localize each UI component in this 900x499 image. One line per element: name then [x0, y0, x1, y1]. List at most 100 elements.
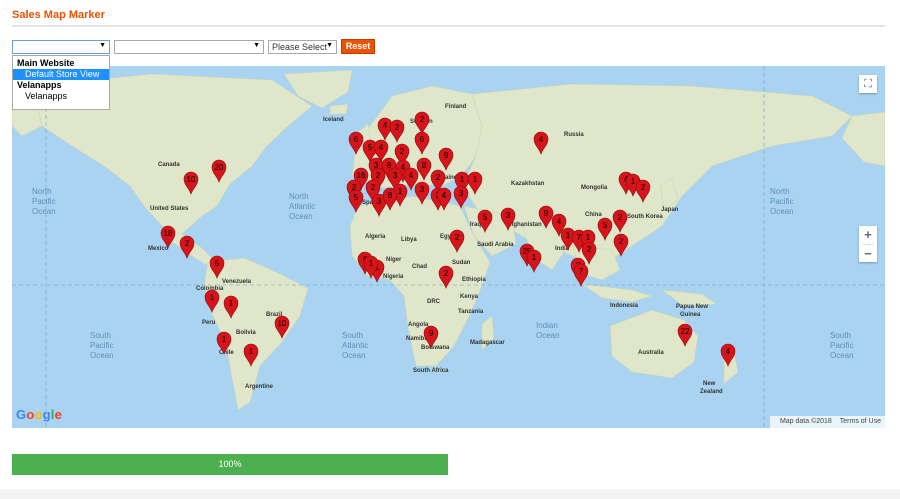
marker-count-label: 4 [383, 121, 388, 130]
store-view-dropdown-list: Main Website Default Store View Velanapp… [12, 55, 110, 110]
secondary-select[interactable]: ▼ [114, 40, 264, 54]
please-select-dropdown[interactable]: Please Select ▼ [268, 40, 337, 54]
marker-count-label: 20 [215, 163, 224, 172]
marker-count-label: 4 [557, 217, 562, 226]
marker-count-label: 2 [185, 239, 190, 248]
country-label: Botswana [421, 345, 450, 351]
terms-of-use-link[interactable]: Terms of Use [840, 418, 881, 425]
marker-count-label: 8 [388, 191, 393, 200]
marker-count-label: 1 [229, 299, 234, 308]
zoom-in-button[interactable]: + [859, 226, 877, 244]
ocean-label: Pacific [830, 341, 854, 350]
country-label: Canada [158, 162, 180, 168]
country-label: DRC [427, 299, 441, 305]
marker-count-label: 1 [222, 335, 227, 344]
marker-count-label: 4 [401, 163, 406, 172]
country-label: Bolivia [236, 330, 256, 336]
ocean-label: Ocean [342, 351, 366, 360]
country-label: Indonesia [610, 303, 639, 309]
sales-marker-pin[interactable]: 7 [573, 263, 589, 287]
marker-count-label: 3 [377, 197, 382, 206]
country-label: Kazakhstan [511, 181, 545, 187]
title-divider [12, 25, 885, 27]
dropdown-arrow-icon: ▼ [253, 42, 260, 49]
ocean-label: Pacific [770, 197, 794, 206]
marker-count-label: 5 [483, 213, 488, 222]
marker-count-label: 1 [210, 293, 215, 302]
country-label: Papua New [676, 304, 708, 310]
country-label: United States [150, 206, 189, 212]
marker-count-label: 5 [368, 143, 373, 152]
marker-count-label: 10 [187, 175, 196, 184]
country-label: Mongolia [581, 185, 608, 191]
country-label: China [585, 212, 602, 218]
country-label: Russia [564, 132, 584, 138]
marker-count-label: 2 [395, 123, 400, 132]
sales-marker-pin[interactable]: 1 [526, 249, 542, 273]
marker-count-label: 8 [422, 161, 427, 170]
marker-count-label: 2 [371, 183, 376, 192]
footer-band [0, 489, 900, 499]
sales-map[interactable]: North Pacific Ocean North Atlantic Ocean North… [12, 66, 885, 428]
country-label: Japan [661, 207, 679, 213]
country-label: Niger [386, 257, 402, 263]
fullscreen-icon[interactable]: ⛶ [859, 75, 877, 93]
google-logo[interactable]: Google [16, 407, 62, 422]
marker-count-label: 1 [631, 177, 636, 186]
marker-count-label: 2 [376, 171, 381, 180]
ocean-label: North [32, 187, 52, 196]
ocean-label: North [289, 192, 309, 201]
country-label: Algeria [365, 234, 386, 240]
store-view-select[interactable]: ▼ [12, 40, 110, 54]
country-label: Nigeria [383, 274, 404, 280]
country-label: Kenya [460, 294, 479, 300]
marker-count-label: 2 [455, 233, 460, 242]
country-label: Australia [638, 350, 664, 356]
marker-count-label: 3 [506, 211, 511, 220]
marker-count-label: 5 [215, 259, 220, 268]
marker-count-label: 1 [566, 231, 571, 240]
country-label: Iceland [323, 117, 344, 123]
ocean-label: Ocean [770, 207, 794, 216]
ocean-label: Ocean [289, 212, 313, 221]
country-label: Sudan [452, 260, 471, 266]
ocean-label: Atlantic [289, 202, 315, 211]
ocean-label: Ocean [90, 351, 114, 360]
marker-count-label: 6 [354, 135, 359, 144]
country-label: Mexico [148, 246, 169, 252]
marker-count-label: 1 [460, 175, 465, 184]
zoom-out-button[interactable]: − [859, 245, 877, 263]
marker-count-label: 3 [420, 185, 425, 194]
marker-count-label: 16 [357, 171, 366, 180]
sales-marker-pin[interactable]: 3 [453, 185, 469, 209]
country-label: South Korea [627, 214, 663, 220]
country-label: Tanzania [458, 309, 484, 315]
marker-count-label: 2 [400, 147, 405, 156]
marker-count-label: 5 [354, 193, 359, 202]
reset-button[interactable]: Reset [341, 39, 375, 54]
marker-count-label: 18 [164, 229, 173, 238]
marker-count-label: 2 [618, 213, 623, 222]
dropdown-arrow-icon: ▼ [326, 42, 333, 49]
country-label: Zealand [700, 389, 723, 395]
country-label: Madagascar [470, 340, 505, 346]
marker-count-label: 2 [444, 269, 449, 278]
dropdown-option-velanapps[interactable]: Velanapps [13, 91, 109, 102]
ocean-label: Atlantic [342, 341, 368, 350]
country-label: Angola [408, 322, 429, 328]
ocean-label: Ocean [536, 331, 560, 340]
marker-count-label: 9 [444, 151, 449, 160]
marker-count-label: 9 [544, 209, 549, 218]
marker-count-label: 2 [420, 115, 425, 124]
map-attribution: Map data ©2018 Terms of Use [769, 416, 885, 428]
marker-count-label: 1 [586, 233, 591, 242]
dropdown-group-velanapps: Velanapps [17, 80, 62, 90]
country-label: Argentine [245, 384, 274, 390]
sales-marker-pin[interactable]: 18 [160, 225, 176, 249]
marker-count-label: 1 [532, 253, 537, 262]
marker-count-label: 2 [436, 173, 441, 182]
marker-count-label: 6 [420, 135, 425, 144]
dropdown-option-default-store-view[interactable]: Default Store View [13, 69, 109, 80]
page: Sales Map Marker ▼ ▼ Please Select ▼ Res… [0, 0, 900, 499]
marker-count-label: 2 [587, 245, 592, 254]
